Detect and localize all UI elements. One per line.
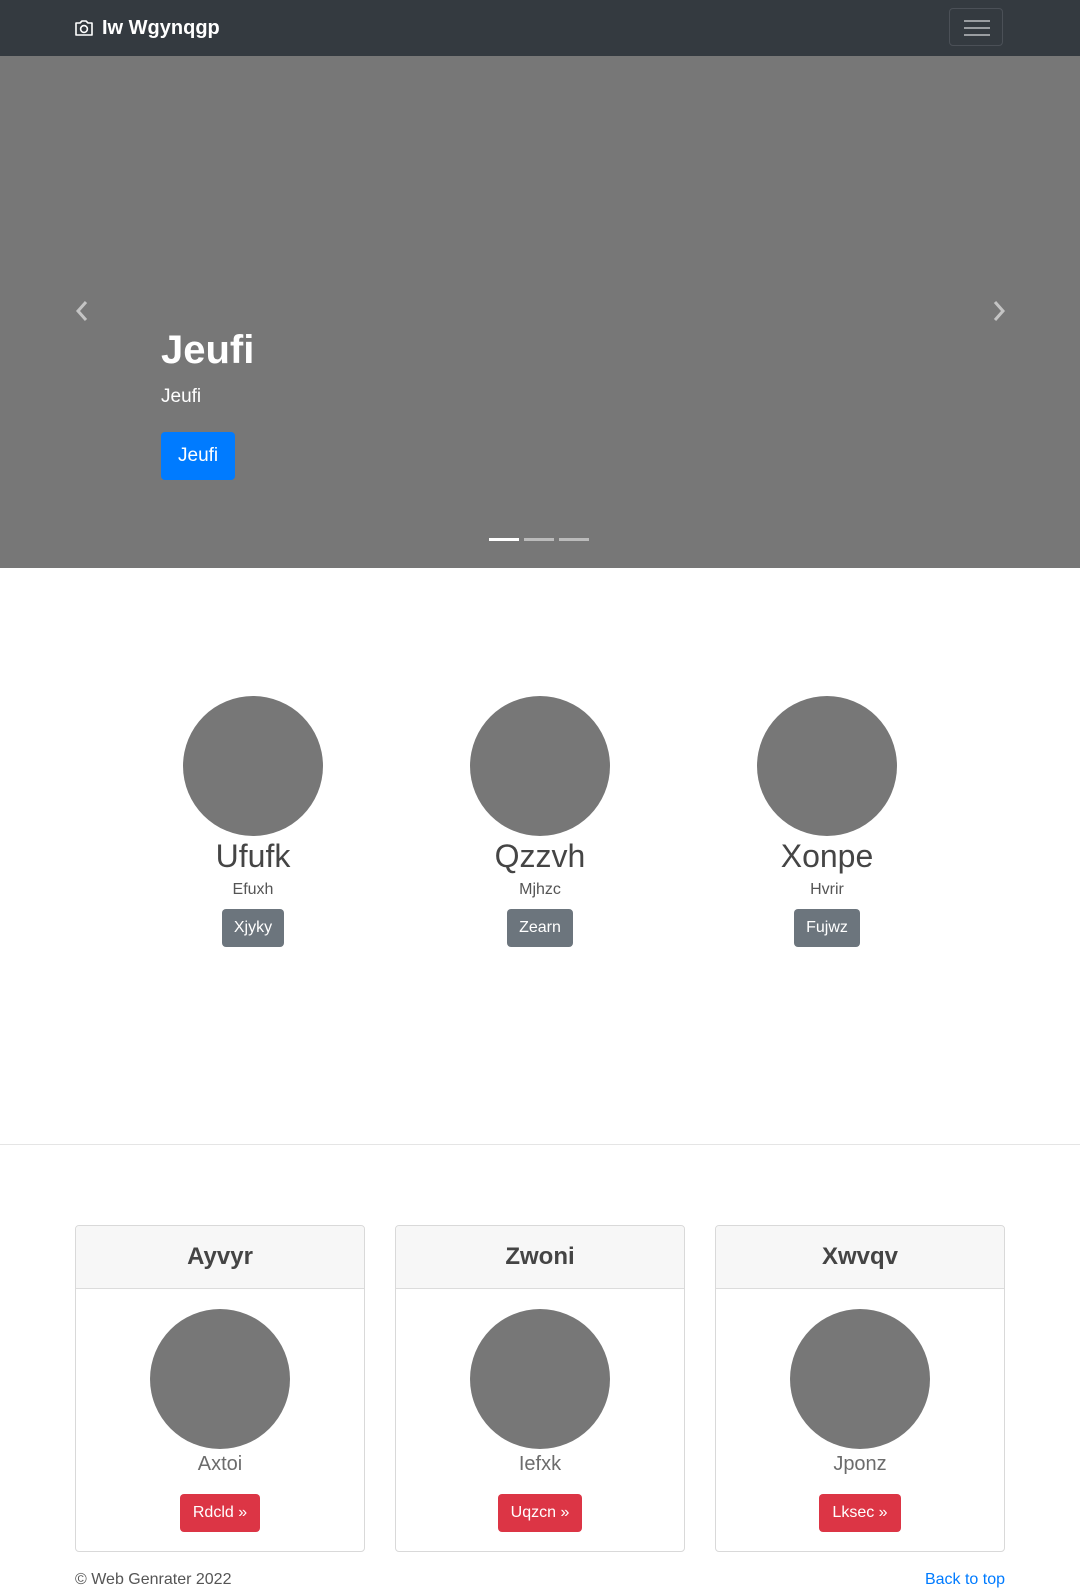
feature-text: Hvrir (810, 881, 844, 898)
hero-carousel: Jeufi Jeufi Jeufi (0, 56, 1080, 568)
card-body: Axtoi Rdcld » (76, 1289, 364, 1532)
carousel-title: Jeufi (161, 328, 255, 372)
card-header: Ayvyr (76, 1226, 364, 1289)
feature-image (757, 696, 897, 836)
carousel-text: Jeufi (161, 386, 202, 407)
camera-icon (75, 20, 93, 36)
brand-label: Iw Wgynqgp (102, 16, 220, 39)
card-body: Jponz Lksec » (716, 1289, 1004, 1532)
card-image (790, 1309, 930, 1449)
navbar-brand[interactable]: Iw Wgynqgp (74, 14, 220, 42)
card-label: Iefxk (518, 1453, 562, 1475)
card-label: Axtoi (197, 1453, 243, 1475)
pricing-card: Zwoni Iefxk Uqzcn » (395, 1225, 685, 1552)
card-header: Xwvqv (716, 1226, 1004, 1289)
chevron-left-icon[interactable] (72, 296, 92, 326)
feature-button[interactable]: Xjyky (221, 909, 285, 947)
feature-column: Xonpe Hvrir Fujwz (717, 696, 937, 947)
feature-title: Qzzvh (494, 838, 586, 874)
pricing-card: Ayvyr Axtoi Rdcld » (75, 1225, 365, 1552)
navbar: Iw Wgynqgp (0, 0, 1080, 56)
carousel-button[interactable]: Jeufi (161, 432, 236, 480)
feature-text: Mjhzc (519, 881, 561, 898)
carousel-indicator[interactable] (489, 538, 519, 541)
feature-text: Efuxh (232, 881, 274, 898)
card-button[interactable]: Uqzcn » (497, 1494, 583, 1532)
card-image (470, 1309, 610, 1449)
navbar-toggler[interactable] (949, 8, 1003, 46)
feature-column: Ufufk Efuxh Xjyky (143, 696, 363, 947)
card-button[interactable]: Lksec » (819, 1494, 901, 1532)
feature-title: Ufufk (215, 838, 291, 874)
card-header: Zwoni (396, 1226, 684, 1289)
feature-image (470, 696, 610, 836)
feature-image (183, 696, 323, 836)
feature-button[interactable]: Fujwz (794, 909, 860, 947)
pricing-card: Xwvqv Jponz Lksec » (715, 1225, 1005, 1552)
feature-column: Qzzvh Mjhzc Zearn (430, 696, 650, 947)
card-label: Jponz (833, 1453, 887, 1475)
card-image (150, 1309, 290, 1449)
carousel-indicator[interactable] (524, 538, 554, 541)
section-divider (0, 1144, 1080, 1145)
carousel-indicator[interactable] (559, 538, 589, 541)
feature-button[interactable]: Zearn (507, 909, 573, 947)
menu-icon (964, 20, 990, 22)
card-body: Iefxk Uqzcn » (396, 1289, 684, 1532)
card-button[interactable]: Rdcld » (179, 1494, 261, 1532)
feature-title: Xonpe (780, 838, 874, 874)
chevron-right-icon[interactable] (989, 296, 1009, 326)
carousel-indicators (489, 538, 594, 541)
footer-copyright: © Web Genrater 2022 (75, 1571, 232, 1588)
back-to-top-link[interactable]: Back to top (925, 1571, 1005, 1589)
